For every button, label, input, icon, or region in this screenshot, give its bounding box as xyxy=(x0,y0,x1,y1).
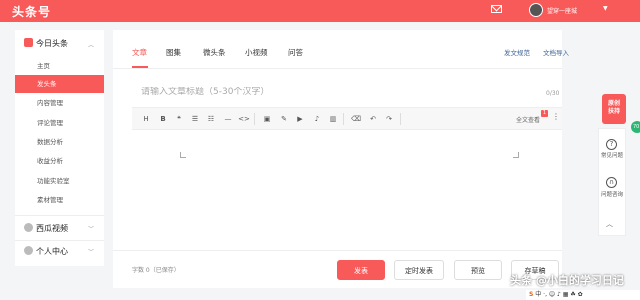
watermark-text: 头条 @小白的学习日记 xyxy=(510,274,624,287)
sidebar-item-data-analysis[interactable]: 数据分析 xyxy=(15,133,104,151)
sidebar-section-label: 今日头条 xyxy=(36,39,68,48)
score-badge[interactable]: 70 xyxy=(631,121,640,133)
toolbar-separator xyxy=(254,113,255,125)
bullet-list-icon[interactable]: ☰ xyxy=(189,113,201,125)
word-count-status: 字数 0（已保存） xyxy=(132,267,180,274)
sidebar-item-home[interactable]: 主页 xyxy=(15,57,104,75)
faq-link[interactable]: 常见问题 xyxy=(600,153,624,160)
toutiao-icon xyxy=(24,38,33,47)
undo-icon[interactable]: ↶ xyxy=(367,113,379,125)
audio-icon[interactable]: ♪ xyxy=(311,113,323,125)
chart-icon[interactable]: ▥ xyxy=(327,113,339,125)
full-view-button[interactable]: 全文查看 xyxy=(516,115,540,124)
sidebar-item-revenue-analysis[interactable]: 收益分析 xyxy=(15,152,104,170)
sidebar-divider xyxy=(15,240,104,241)
xigua-video-icon xyxy=(24,223,33,232)
clear-format-icon[interactable]: ⌫ xyxy=(350,113,362,125)
toolbar-separator xyxy=(343,113,344,125)
redo-icon[interactable]: ↷ xyxy=(383,113,395,125)
sidebar-section-label: 个人中心 xyxy=(36,247,68,256)
sidebar-section-profile[interactable]: 个人中心 xyxy=(24,246,68,257)
sidebar-section-xigua[interactable]: 西瓜视频 xyxy=(24,223,68,234)
sidebar-item-materials[interactable]: 素材管理 xyxy=(15,191,104,209)
sidebar-section-toutiao[interactable]: 今日头条 xyxy=(24,38,68,49)
footer-divider xyxy=(113,250,562,251)
edit-pencil-icon[interactable]: ✎ xyxy=(278,113,290,125)
numbered-list-icon[interactable]: ☷ xyxy=(205,113,217,125)
mail-icon[interactable] xyxy=(491,5,502,13)
top-header-bar xyxy=(0,0,640,22)
chevron-down-icon[interactable]: ﹀ xyxy=(88,224,94,233)
tab-qa[interactable]: 问答 xyxy=(288,47,303,58)
more-options-icon[interactable]: ⋮ xyxy=(552,112,560,121)
publishing-guide-link[interactable]: 发文规范 xyxy=(504,47,530,57)
sidebar-item-post[interactable]: 发头条 xyxy=(15,75,104,93)
divider-line-icon[interactable]: — xyxy=(222,113,234,125)
notification-badge: 1 xyxy=(541,110,548,117)
back-to-top-chevron-up-icon[interactable]: ︿ xyxy=(606,219,613,229)
sidebar-section-label: 西瓜视频 xyxy=(36,224,68,233)
heading-icon[interactable]: H xyxy=(140,113,152,125)
question-icon[interactable]: ? xyxy=(606,139,617,150)
sidebar-item-comment-management[interactable]: 评论管理 xyxy=(15,114,104,132)
publish-button[interactable]: 发表 xyxy=(337,260,385,280)
tabs-divider xyxy=(113,68,562,69)
bold-icon[interactable]: B xyxy=(157,113,169,125)
document-import-link[interactable]: 文档导入 xyxy=(543,47,569,57)
username-label[interactable]: 望穿一座城 xyxy=(547,6,577,15)
sidebar-divider xyxy=(15,215,104,216)
scheduled-publish-button[interactable]: 定时发表 xyxy=(394,260,444,280)
image-icon[interactable]: ▣ xyxy=(261,113,273,125)
article-title-input[interactable] xyxy=(141,87,471,97)
ime-toolbar[interactable]: S 中 ·, ☺ ♪ ▦ ☘ ✿ xyxy=(526,290,640,300)
promo-line-1: 原创 xyxy=(607,100,620,107)
promo-line-2: 扶持 xyxy=(607,108,620,115)
sidebar-item-content-management[interactable]: 内容管理 xyxy=(15,94,104,112)
tab-micro-post[interactable]: 微头条 xyxy=(203,47,226,58)
tab-gallery[interactable]: 图集 xyxy=(166,47,181,58)
ask-question-link[interactable]: 问题咨询 xyxy=(600,192,624,199)
chevron-up-icon[interactable]: ︿ xyxy=(88,40,94,49)
headset-icon[interactable]: ∩ xyxy=(606,177,617,188)
preview-button[interactable]: 预览 xyxy=(454,260,502,280)
tab-article[interactable]: 文章 xyxy=(132,47,147,58)
user-icon xyxy=(24,246,33,255)
user-menu-chevron-down-icon[interactable]: ▼ xyxy=(603,5,608,12)
chevron-down-icon[interactable]: ﹀ xyxy=(88,247,94,256)
video-icon[interactable]: ▶ xyxy=(294,113,306,125)
app-logo[interactable]: 头条号 xyxy=(12,3,51,20)
code-icon[interactable]: <> xyxy=(238,113,250,125)
quote-icon[interactable]: ❝ xyxy=(173,113,185,125)
sidebar-item-lab[interactable]: 功能实验室 xyxy=(15,172,104,190)
sogou-ime-icon: S xyxy=(529,291,534,298)
ime-status: 中 ·, ☺ ♪ ▦ ☘ ✿ xyxy=(535,291,583,298)
toolbar-separator xyxy=(400,113,401,125)
original-support-banner[interactable]: 原创 扶持 xyxy=(602,94,626,124)
editor-body[interactable] xyxy=(132,132,562,247)
avatar[interactable] xyxy=(529,3,543,17)
title-char-counter: 0/30 xyxy=(546,90,560,97)
tab-short-video[interactable]: 小视频 xyxy=(245,47,268,58)
